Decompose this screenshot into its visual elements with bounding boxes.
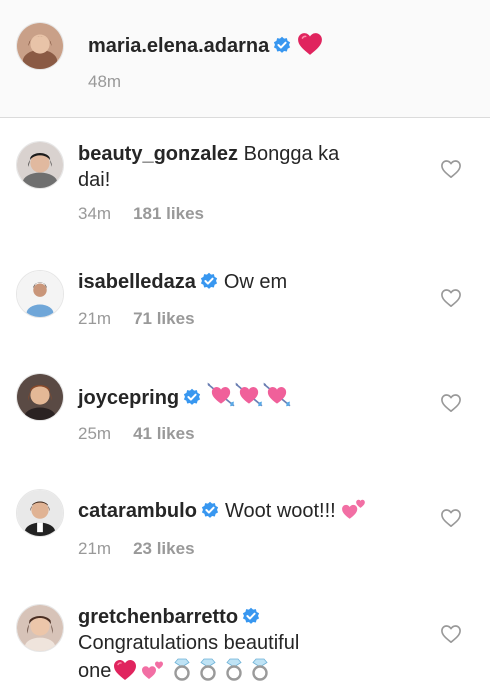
comment-username[interactable]: joycepring: [78, 387, 179, 409]
like-heart-icon[interactable]: [440, 393, 462, 413]
heart-with-arrow-emoji: [235, 382, 263, 408]
like-heart-icon[interactable]: [440, 288, 462, 308]
two-hearts-emoji: [341, 497, 367, 521]
comment-username[interactable]: beauty_gonzalez: [78, 143, 238, 165]
comment-timestamp[interactable]: 25m: [78, 424, 111, 443]
caption-timestamp[interactable]: 48m: [88, 72, 121, 91]
comment-timestamp[interactable]: 21m: [78, 309, 111, 328]
comment-likes[interactable]: 41 likes: [133, 424, 194, 443]
comment-text: Congratulations beautiful: [78, 632, 300, 654]
post-caption: maria.elena.adarna 48m: [0, 0, 490, 118]
heart-with-arrow-emoji: [263, 382, 291, 408]
two-hearts-emoji: [141, 659, 165, 681]
red-heart-emoji: [113, 659, 137, 681]
like-heart-icon[interactable]: [440, 159, 462, 179]
avatar[interactable]: [16, 489, 64, 537]
comment-likes[interactable]: 181 likes: [133, 204, 204, 223]
caption-username[interactable]: maria.elena.adarna: [88, 35, 269, 57]
comment-timestamp[interactable]: 34m: [78, 204, 111, 223]
ring-emoji: [171, 657, 193, 681]
avatar[interactable]: [16, 373, 64, 421]
like-heart-icon[interactable]: [440, 508, 462, 528]
verified-badge-icon: [273, 36, 291, 54]
red-heart-emoji: [297, 32, 323, 56]
verified-badge-icon: [242, 607, 260, 625]
comment-username[interactable]: gretchenbarretto: [78, 606, 238, 628]
verified-badge-icon: [200, 272, 218, 290]
heart-with-arrow-emoji: [207, 382, 235, 408]
comment-timestamp[interactable]: 21m: [78, 539, 111, 558]
avatar[interactable]: [16, 604, 64, 652]
ring-emoji: [249, 657, 271, 681]
comment-text-continued: one: [78, 660, 112, 682]
comment-text-continued: dai!: [78, 169, 111, 191]
avatar[interactable]: [16, 141, 64, 189]
like-heart-icon[interactable]: [440, 624, 462, 644]
avatar[interactable]: [16, 22, 64, 70]
verified-badge-icon: [183, 388, 201, 406]
comment-likes[interactable]: 71 likes: [133, 309, 194, 328]
comment-username[interactable]: catarambulo: [78, 500, 197, 522]
avatar[interactable]: [16, 270, 64, 318]
comment-text: Bongga ka: [243, 143, 340, 165]
comment-likes[interactable]: 23 likes: [133, 539, 194, 558]
comment-username[interactable]: isabelledaza: [78, 271, 196, 293]
verified-badge-icon: [201, 501, 219, 519]
ring-emoji: [197, 657, 219, 681]
comment-text: Woot woot!!!: [224, 500, 336, 522]
ring-emoji: [223, 657, 245, 681]
comment-text: Ow em: [223, 271, 288, 293]
